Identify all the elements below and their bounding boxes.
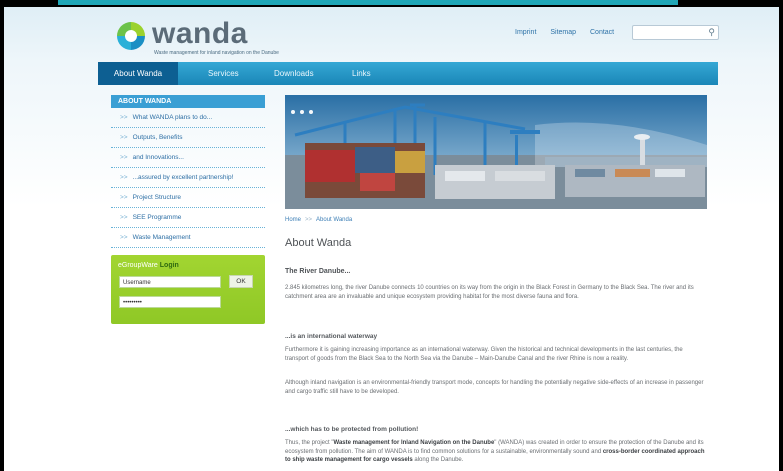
- sidebar-item-innovations[interactable]: >> and Innovations...: [111, 148, 265, 168]
- sidebar-item-plans[interactable]: >> What WANDA plans to do...: [111, 108, 265, 128]
- chevron-right-icon: >>: [120, 174, 128, 181]
- top-bar: [0, 0, 783, 7]
- chevron-right-icon: >>: [120, 114, 128, 121]
- logo-subtitle: Waste management for inland navigation o…: [154, 50, 279, 56]
- search-input[interactable]: ⚲: [632, 25, 719, 40]
- breadcrumb: Home >> About Wanda: [285, 217, 353, 223]
- page-title: About Wanda: [285, 237, 352, 249]
- webpage: wanda Waste management for inland naviga…: [4, 7, 779, 471]
- section-text-pollution: Thus, the project "Waste management for …: [285, 440, 705, 463]
- section-heading-river: The River Danube...: [285, 268, 351, 275]
- nav-services[interactable]: Services: [208, 62, 239, 85]
- breadcrumb-current[interactable]: About Wanda: [316, 217, 352, 223]
- search-icon[interactable]: ⚲: [708, 27, 715, 38]
- nav-downloads[interactable]: Downloads: [274, 62, 314, 85]
- section-text-river: 2.845 kilometres long, the river Danube …: [285, 285, 694, 300]
- browser-viewport: wanda Waste management for inland naviga…: [4, 7, 779, 471]
- sitemap-link[interactable]: Sitemap: [550, 29, 576, 36]
- login-ok-button[interactable]: OK: [229, 275, 253, 288]
- logo-wordmark: wanda: [152, 17, 248, 50]
- section-text-waterway-2: Although inland navigation is an environ…: [285, 380, 704, 395]
- nav-about-wanda[interactable]: About Wanda: [98, 62, 178, 85]
- sidebar-item-project-structure[interactable]: >> Project Structure: [111, 188, 265, 208]
- sidebar-item-see-programme[interactable]: >> SEE Programme: [111, 208, 265, 228]
- contact-link[interactable]: Contact: [590, 29, 614, 36]
- slide-dot[interactable]: [300, 110, 304, 114]
- sidebar-menu: ABOUT WANDA >> What WANDA plans to do... …: [111, 95, 265, 248]
- login-box: eGroupWare Login Username ••••••••• OK: [111, 255, 265, 324]
- section-text-waterway-1: Furthermore it is gaining increasing imp…: [285, 347, 683, 362]
- sidebar-item-outputs[interactable]: >> Outputs, Benefits: [111, 128, 265, 148]
- section-heading-pollution: ...which has to be protected from pollut…: [285, 426, 419, 433]
- login-title: eGroupWare Login: [118, 262, 179, 269]
- chevron-right-icon: >>: [120, 194, 128, 201]
- chevron-right-icon: >>: [120, 134, 128, 141]
- harbor-photo: [285, 95, 707, 209]
- section-heading-waterway: ...is an international waterway: [285, 333, 378, 340]
- breadcrumb-home[interactable]: Home: [285, 217, 301, 223]
- hero-image-port: [285, 95, 707, 209]
- sidebar-item-partnership[interactable]: >> ...assured by excellent partnership!: [111, 168, 265, 188]
- username-field[interactable]: Username: [119, 276, 221, 288]
- sidebar-heading: ABOUT WANDA: [111, 95, 265, 108]
- imprint-link[interactable]: Imprint: [515, 29, 536, 36]
- slide-dot[interactable]: [291, 110, 295, 114]
- chevron-right-icon: >>: [120, 214, 128, 221]
- sidebar-item-waste-management[interactable]: >> Waste Management: [111, 228, 265, 248]
- nav-links[interactable]: Links: [352, 62, 371, 85]
- top-accent-strip: [58, 0, 678, 5]
- chevron-right-icon: >>: [120, 154, 128, 161]
- chevron-right-icon: >>: [120, 234, 128, 241]
- wanda-logo-icon: [117, 22, 145, 50]
- slideshow-dots[interactable]: [291, 101, 318, 119]
- main-navigation: About Wanda Services Downloads Links: [98, 62, 718, 85]
- utility-links: Imprint Sitemap Contact: [515, 29, 626, 36]
- password-field[interactable]: •••••••••: [119, 296, 221, 308]
- slide-dot[interactable]: [309, 110, 313, 114]
